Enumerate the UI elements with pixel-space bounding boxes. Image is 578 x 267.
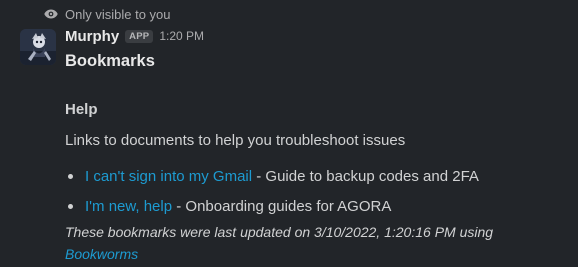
bullet-icon [68, 203, 73, 209]
message-title: Bookmarks [65, 52, 155, 70]
section-title: Help [65, 101, 98, 118]
list-item: I'm new, help - Onboarding guides for AG… [65, 191, 479, 221]
bookmark-description: - Guide to backup codes and 2FA [252, 167, 479, 185]
bot-avatar[interactable] [20, 29, 56, 65]
bookmark-link[interactable]: I'm new, help [85, 198, 172, 215]
eye-icon [44, 9, 58, 19]
message-timestamp[interactable]: 1:20 PM [159, 29, 204, 43]
bookworms-link[interactable]: Bookworms [65, 246, 138, 262]
message-header: Murphy APP 1:20 PM [65, 26, 204, 46]
avatar-image [20, 29, 56, 65]
list-item: I can't sign into my Gmail - Guide to ba… [65, 161, 479, 191]
bookmark-link[interactable]: I can't sign into my Gmail [85, 168, 252, 185]
update-note-text: These bookmarks were last updated on 3/1… [65, 224, 494, 240]
visibility-text: Only visible to you [65, 6, 171, 22]
app-badge: APP [125, 29, 154, 43]
section-description: Links to documents to help you troublesh… [65, 132, 406, 149]
visibility-notice: Only visible to you [44, 5, 171, 23]
sender-name[interactable]: Murphy [65, 28, 119, 45]
bullet-icon [68, 173, 73, 179]
bookmark-description: - Onboarding guides for AGORA [172, 197, 392, 215]
bookmark-list: I can't sign into my Gmail - Guide to ba… [65, 161, 479, 221]
update-note: These bookmarks were last updated on 3/1… [65, 221, 565, 265]
